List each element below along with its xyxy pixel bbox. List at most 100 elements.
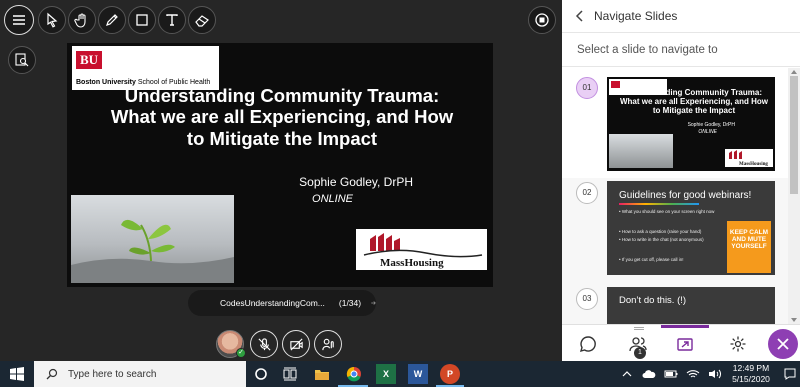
- masshousing-logo-text: MassHousing: [380, 257, 444, 269]
- stop-sharing-button[interactable]: [528, 6, 556, 34]
- slide-navigation-pill[interactable]: CodesUnderstandingCom... (1/34): [188, 290, 376, 316]
- slide-number: 01: [576, 77, 598, 99]
- search-placeholder: Type here to search: [68, 368, 157, 380]
- hamburger-menu-icon: [13, 15, 25, 25]
- presentation-stage: BU Boston University School of Public He…: [0, 0, 562, 361]
- slide-thumbnail[interactable]: Guidelines for good webinars! • What you…: [607, 181, 775, 275]
- drag-handle[interactable]: [634, 327, 644, 330]
- slide-title: Understanding Community Trauma: What we …: [110, 85, 454, 149]
- slide-list-item[interactable]: 03 Don’t do this. (!): [562, 284, 788, 324]
- thumb-text-line: • What you should see on your screen rig…: [619, 209, 715, 214]
- thumb-title: Guidelines for good webinars!: [619, 190, 752, 201]
- zoom-view-button[interactable]: [8, 46, 36, 74]
- taskbar-clock[interactable]: 12:49 PM 5/15/2020: [724, 363, 778, 385]
- thumb-sprout-photo: [609, 134, 673, 168]
- rectangle-icon: [136, 14, 148, 26]
- bu-logo-mark: BU: [76, 51, 102, 69]
- share-content-button[interactable]: [673, 332, 697, 356]
- windows-logo-icon: [10, 367, 24, 381]
- scroll-thumb[interactable]: [790, 76, 798, 194]
- bu-logo: BU Boston University School of Public He…: [72, 46, 219, 90]
- back-chevron-icon[interactable]: [574, 10, 586, 22]
- windows-taskbar: Type here to search X W P 12:49 PM 5/15/…: [0, 361, 800, 387]
- eraser-icon: [195, 15, 209, 27]
- slide-mode: ONLINE: [312, 193, 353, 205]
- settings-button[interactable]: [726, 332, 750, 356]
- slide-list-item[interactable]: 01 Understanding Community Trauma: What …: [562, 68, 788, 178]
- search-icon: [46, 368, 58, 380]
- start-button[interactable]: [0, 361, 34, 387]
- cloud-icon[interactable]: [642, 369, 656, 379]
- text-tool-button[interactable]: [158, 6, 186, 34]
- pointer-icon: [47, 12, 58, 28]
- chevron-up-icon[interactable]: [622, 369, 632, 379]
- slide-thumbnail[interactable]: Don’t do this. (!): [607, 287, 775, 324]
- thumb-mode: ONLINE: [698, 129, 717, 135]
- word-button[interactable]: W: [408, 364, 428, 384]
- powerpoint-button[interactable]: P: [440, 364, 460, 384]
- taskbar-search-box[interactable]: Type here to search: [34, 361, 246, 387]
- cortana-button[interactable]: [251, 364, 271, 384]
- pen-icon: [106, 14, 118, 26]
- thumb-text-line: • If you get cut off, please call in!: [619, 257, 684, 262]
- battery-icon[interactable]: [664, 369, 678, 379]
- camera-button[interactable]: [282, 330, 310, 358]
- shape-tool-button[interactable]: [128, 6, 156, 34]
- folder-icon: [315, 370, 329, 380]
- slide-list-scrollbar[interactable]: [788, 68, 800, 324]
- main-menu-button[interactable]: [4, 5, 34, 35]
- panel-subtitle: Select a slide to navigate to: [562, 33, 800, 67]
- camera-off-icon: [289, 337, 303, 351]
- hand-icon: [74, 13, 86, 28]
- thumb-author: Sophie Godley, DrPH: [687, 122, 735, 128]
- navigate-slides-panel: Navigate Slides Select a slide to naviga…: [562, 0, 800, 361]
- masshousing-logo: MassHousing: [356, 229, 487, 270]
- raise-hand-button[interactable]: [314, 330, 342, 358]
- text-icon: [166, 14, 178, 26]
- svg-text:MassHousing: MassHousing: [739, 162, 768, 167]
- scroll-down-arrow-icon[interactable]: [791, 318, 797, 322]
- eraser-tool-button[interactable]: [188, 6, 216, 34]
- file-explorer-button[interactable]: [312, 364, 332, 384]
- volume-icon[interactable]: [708, 369, 722, 379]
- pointer-tool-button[interactable]: [38, 6, 66, 34]
- chrome-icon: [346, 366, 361, 382]
- sprout-photo: [71, 195, 234, 283]
- scroll-up-arrow-icon[interactable]: [791, 70, 797, 74]
- keep-calm-poster: KEEP CALM AND MUTE YOURSELF: [727, 221, 771, 273]
- slide-thumbnail[interactable]: Understanding Community Trauma: What we …: [607, 77, 775, 171]
- thumb-title: Understanding Community Trauma: What we …: [619, 88, 769, 115]
- notifications-icon[interactable]: [784, 368, 796, 380]
- panel-header: Navigate Slides: [562, 0, 800, 33]
- excel-button[interactable]: X: [376, 364, 396, 384]
- status-check-icon: ✓: [236, 348, 246, 358]
- thumb-masshousing-logo: MassHousing: [725, 149, 773, 167]
- chrome-button[interactable]: [344, 364, 364, 384]
- thumb-text-line: • How to write in the chat (not anonymou…: [619, 237, 704, 242]
- next-slide-icon[interactable]: [371, 296, 376, 310]
- pan-tool-button[interactable]: [68, 6, 96, 34]
- excel-icon: X: [382, 369, 389, 379]
- chat-button[interactable]: [576, 332, 600, 356]
- slide-list-item[interactable]: 02 Guidelines for good webinars! • What …: [562, 178, 788, 288]
- word-icon: W: [413, 369, 423, 379]
- page-zoom-icon: [15, 53, 29, 67]
- slide-number: 02: [576, 182, 598, 204]
- task-view-icon: [283, 367, 297, 381]
- panel-title: Navigate Slides: [594, 9, 678, 23]
- slide-author: Sophie Godley, DrPH: [299, 175, 413, 189]
- pen-tool-button[interactable]: [98, 6, 126, 34]
- attendee-count-badge: 1: [634, 347, 646, 359]
- stop-icon: [535, 13, 549, 27]
- title-underline: [619, 203, 699, 205]
- microphone-button[interactable]: [250, 330, 278, 358]
- system-tray: [622, 361, 722, 387]
- task-view-button[interactable]: [280, 364, 300, 384]
- microphone-muted-icon: [257, 337, 271, 351]
- close-panel-button[interactable]: [768, 329, 798, 359]
- powerpoint-icon: P: [446, 369, 453, 379]
- cortana-icon: [255, 368, 267, 380]
- chat-icon: [579, 336, 596, 353]
- wifi-icon[interactable]: [686, 369, 700, 379]
- clock-date: 5/15/2020: [732, 374, 770, 384]
